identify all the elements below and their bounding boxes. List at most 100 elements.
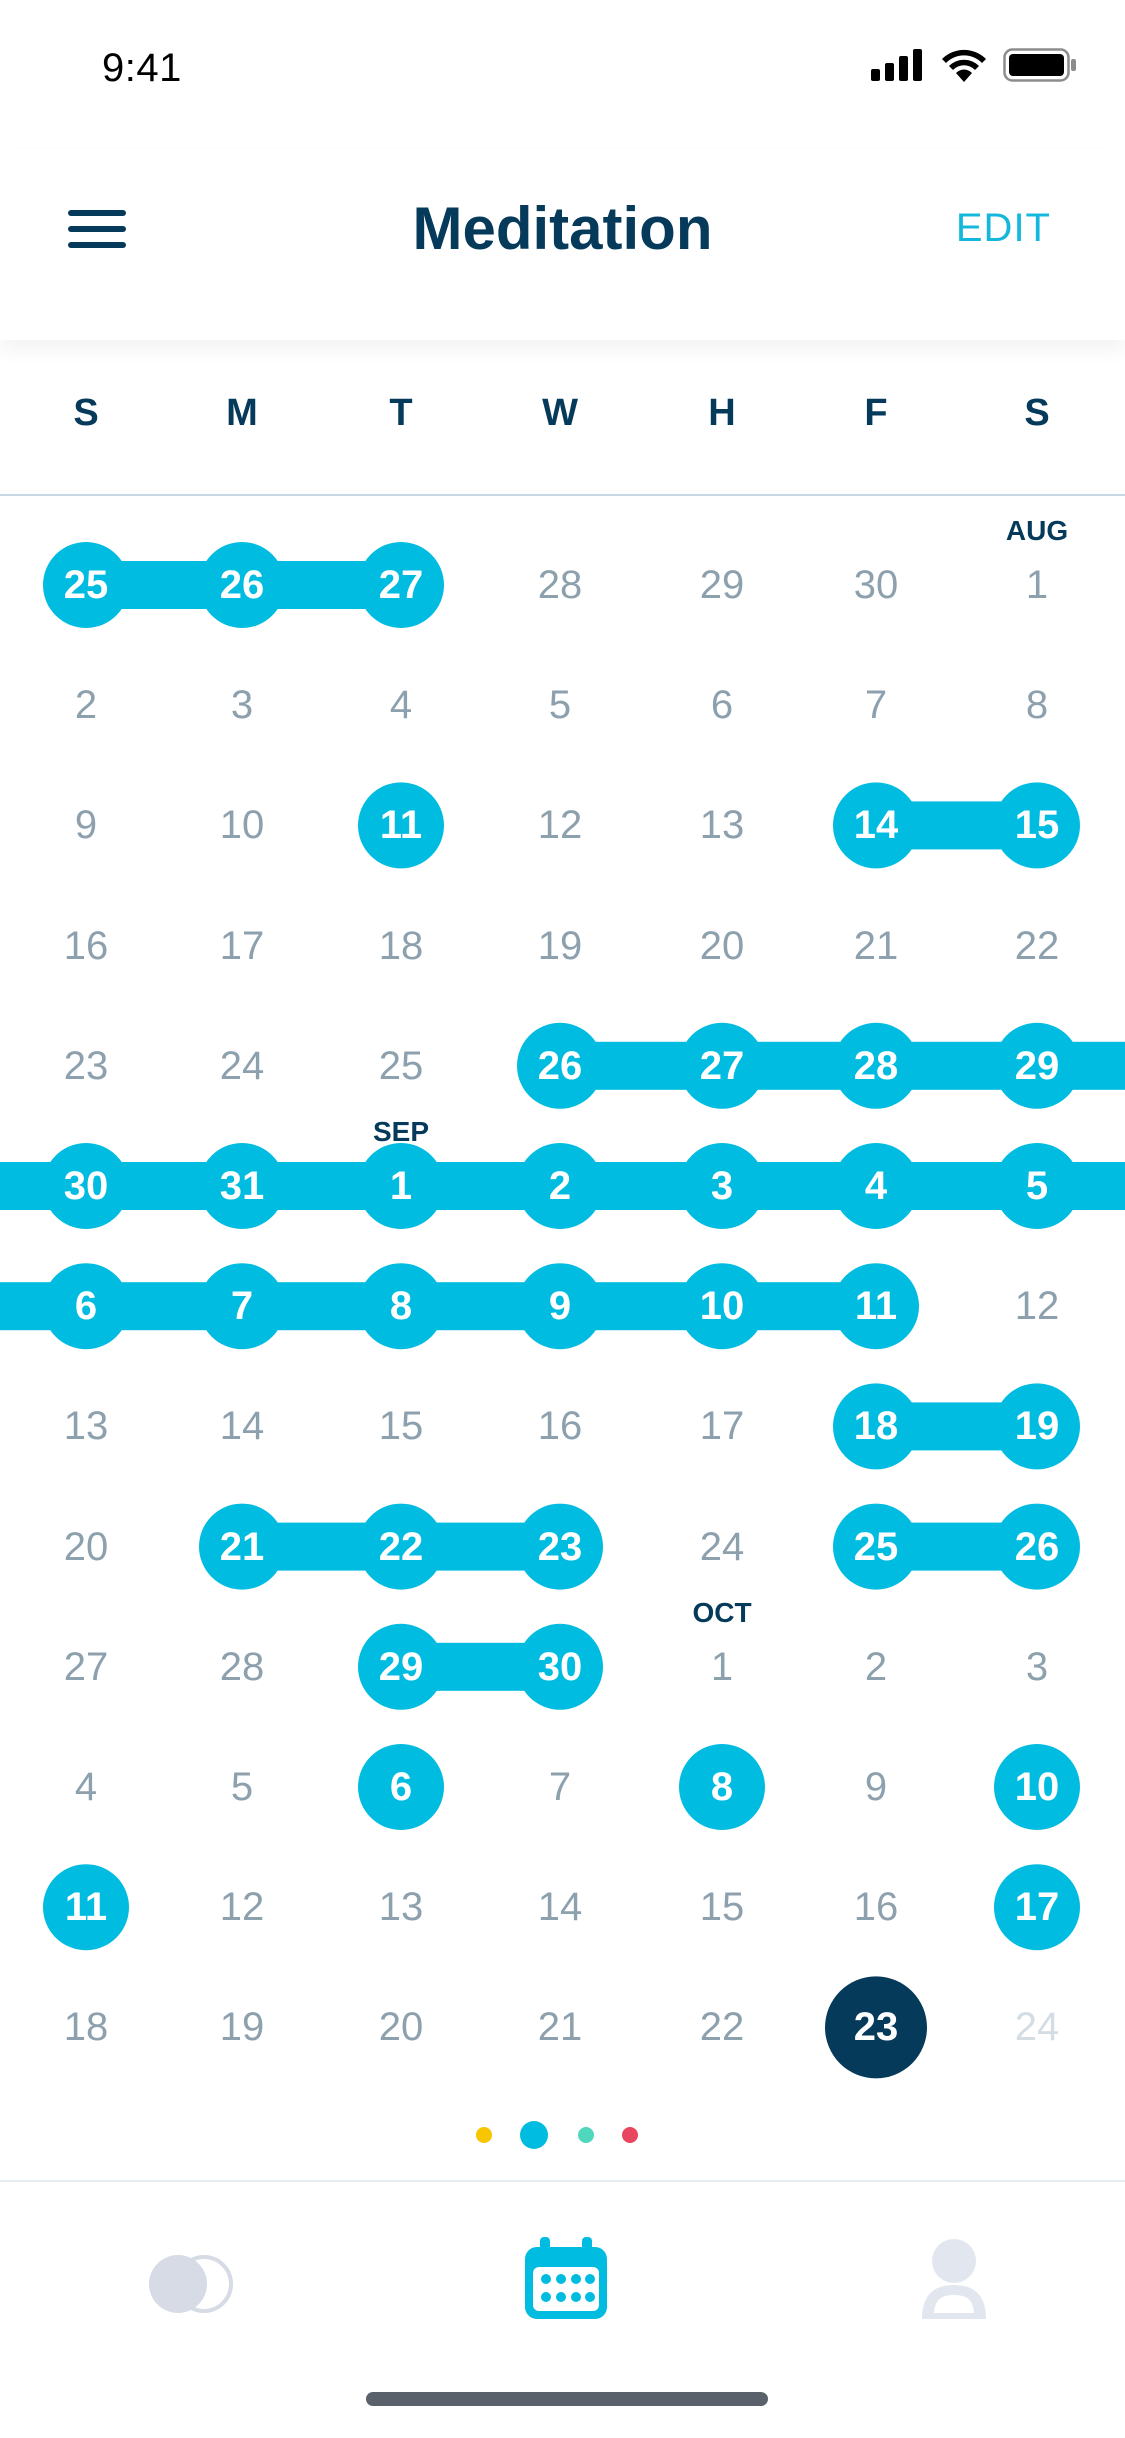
calendar-day[interactable]: 5 xyxy=(987,1166,1087,1206)
calendar-day[interactable]: 10 xyxy=(987,1767,1087,1807)
calendar-day[interactable]: 30 xyxy=(826,565,926,605)
calendar-day[interactable]: 3 xyxy=(987,1647,1087,1687)
calendar-day[interactable]: 11 xyxy=(36,1887,136,1927)
calendar-day[interactable]: 21 xyxy=(192,1527,292,1567)
calendar-day[interactable]: 18 xyxy=(826,1406,926,1446)
page-dot[interactable] xyxy=(622,2127,638,2143)
calendar-day[interactable]: 14 xyxy=(826,805,926,845)
calendar-day[interactable]: 14 xyxy=(510,1887,610,1927)
calendar-day[interactable]: 8 xyxy=(672,1767,772,1807)
calendar-day[interactable]: 26 xyxy=(510,1046,610,1086)
calendar-day[interactable]: 24 xyxy=(192,1046,292,1086)
calendar-day[interactable]: 29 xyxy=(987,1046,1087,1086)
calendar-day[interactable]: 8 xyxy=(351,1286,451,1326)
calendar-day[interactable]: 6 xyxy=(36,1286,136,1326)
calendar-day-today[interactable]: 23 xyxy=(826,2007,926,2047)
calendar-day[interactable]: 15 xyxy=(672,1887,772,1927)
calendar-day[interactable]: 16 xyxy=(36,926,136,966)
calendar-day[interactable]: 17 xyxy=(987,1887,1087,1927)
calendar-day[interactable]: 4 xyxy=(36,1767,136,1807)
calendar-day[interactable]: 7 xyxy=(510,1767,610,1807)
calendar-day[interactable]: 1 xyxy=(672,1647,772,1687)
calendar-day[interactable]: 17 xyxy=(672,1406,772,1446)
calendar-day[interactable]: 5 xyxy=(510,685,610,725)
page-dot-active[interactable] xyxy=(520,2121,548,2149)
calendar-day[interactable]: 2 xyxy=(36,685,136,725)
calendar-day[interactable]: 7 xyxy=(192,1286,292,1326)
calendar-day[interactable]: 6 xyxy=(351,1767,451,1807)
calendar-day[interactable]: 12 xyxy=(987,1286,1087,1326)
calendar-day[interactable]: 22 xyxy=(351,1527,451,1567)
calendar-day[interactable]: 3 xyxy=(192,685,292,725)
calendar-day[interactable]: 21 xyxy=(510,2007,610,2047)
calendar-day[interactable]: 11 xyxy=(351,805,451,845)
page-dot[interactable] xyxy=(578,2127,594,2143)
calendar-day[interactable]: 25 xyxy=(826,1527,926,1567)
calendar-day[interactable]: 16 xyxy=(826,1887,926,1927)
calendar-day[interactable]: 1 xyxy=(351,1166,451,1206)
calendar-day[interactable]: 18 xyxy=(351,926,451,966)
calendar-day[interactable]: 9 xyxy=(826,1767,926,1807)
calendar-day[interactable]: 28 xyxy=(826,1046,926,1086)
calendar-day[interactable]: 8 xyxy=(987,685,1087,725)
calendar-day[interactable]: 30 xyxy=(510,1647,610,1687)
calendar-day[interactable]: 10 xyxy=(192,805,292,845)
calendar-day[interactable]: 28 xyxy=(192,1647,292,1687)
calendar-day[interactable]: 30 xyxy=(36,1166,136,1206)
calendar-day[interactable]: 12 xyxy=(192,1887,292,1927)
profile-tab[interactable] xyxy=(920,2237,988,2326)
calendar-day[interactable]: 28 xyxy=(510,565,610,605)
calendar-day[interactable]: 23 xyxy=(36,1046,136,1086)
calendar-day[interactable]: 29 xyxy=(672,565,772,605)
calendar-day[interactable]: 31 xyxy=(192,1166,292,1206)
calendar-day[interactable]: 21 xyxy=(826,926,926,966)
calendar-day[interactable]: 27 xyxy=(36,1647,136,1687)
calendar-day[interactable]: 19 xyxy=(987,1406,1087,1446)
calendar-day[interactable]: 2 xyxy=(510,1166,610,1206)
page-dot[interactable] xyxy=(476,2127,492,2143)
calendar-day[interactable]: 10 xyxy=(672,1286,772,1326)
calendar-day[interactable]: 13 xyxy=(672,805,772,845)
calendar-day[interactable]: 22 xyxy=(987,926,1087,966)
calendar-day[interactable]: 9 xyxy=(510,1286,610,1326)
calendar-day[interactable]: 15 xyxy=(987,805,1087,845)
calendar-day[interactable]: 15 xyxy=(351,1406,451,1446)
calendar-day[interactable]: 7 xyxy=(826,685,926,725)
calendar-day[interactable]: 9 xyxy=(36,805,136,845)
calendar-day[interactable]: 11 xyxy=(826,1286,926,1326)
calendar-day[interactable]: 13 xyxy=(36,1406,136,1446)
calendar-day[interactable]: 13 xyxy=(351,1887,451,1927)
calendar-day[interactable]: 18 xyxy=(36,2007,136,2047)
calendar-day[interactable]: 2 xyxy=(826,1647,926,1687)
calendar-day[interactable]: 25 xyxy=(351,1046,451,1086)
calendar-day[interactable]: 26 xyxy=(192,565,292,605)
calendar-day[interactable]: 22 xyxy=(672,2007,772,2047)
calendar-day[interactable]: 5 xyxy=(192,1767,292,1807)
calendar-day[interactable]: 27 xyxy=(351,565,451,605)
calendar-day[interactable]: 3 xyxy=(672,1166,772,1206)
calendar-day[interactable]: 23 xyxy=(510,1527,610,1567)
calendar-day[interactable]: 24 xyxy=(987,2007,1087,2047)
calendar-day[interactable]: 20 xyxy=(351,2007,451,2047)
calendar-day[interactable]: 25 xyxy=(36,565,136,605)
calendar-day[interactable]: 20 xyxy=(672,926,772,966)
calendar-day[interactable]: 20 xyxy=(36,1527,136,1567)
calendar-day[interactable]: 26 xyxy=(987,1527,1087,1567)
calendar-day[interactable]: 6 xyxy=(672,685,772,725)
calendar-day[interactable]: 4 xyxy=(826,1166,926,1206)
calendar-day[interactable]: 24 xyxy=(672,1527,772,1567)
calendar-tab[interactable] xyxy=(522,2237,610,2326)
calendar-day[interactable]: 16 xyxy=(510,1406,610,1446)
calendar-day[interactable]: 29 xyxy=(351,1647,451,1687)
toggle-tab[interactable] xyxy=(146,2252,238,2321)
calendar-day[interactable]: 12 xyxy=(510,805,610,845)
calendar-day[interactable]: 4 xyxy=(351,685,451,725)
calendar-day[interactable]: 1 xyxy=(987,565,1087,605)
calendar-day[interactable]: 14 xyxy=(192,1406,292,1446)
calendar-day[interactable]: 17 xyxy=(192,926,292,966)
calendar-day[interactable]: 27 xyxy=(672,1046,772,1086)
person-icon xyxy=(922,2239,986,2319)
calendar-day[interactable]: 19 xyxy=(192,2007,292,2047)
calendar-day[interactable]: 19 xyxy=(510,926,610,966)
month-marker: SEP xyxy=(372,1116,430,1147)
